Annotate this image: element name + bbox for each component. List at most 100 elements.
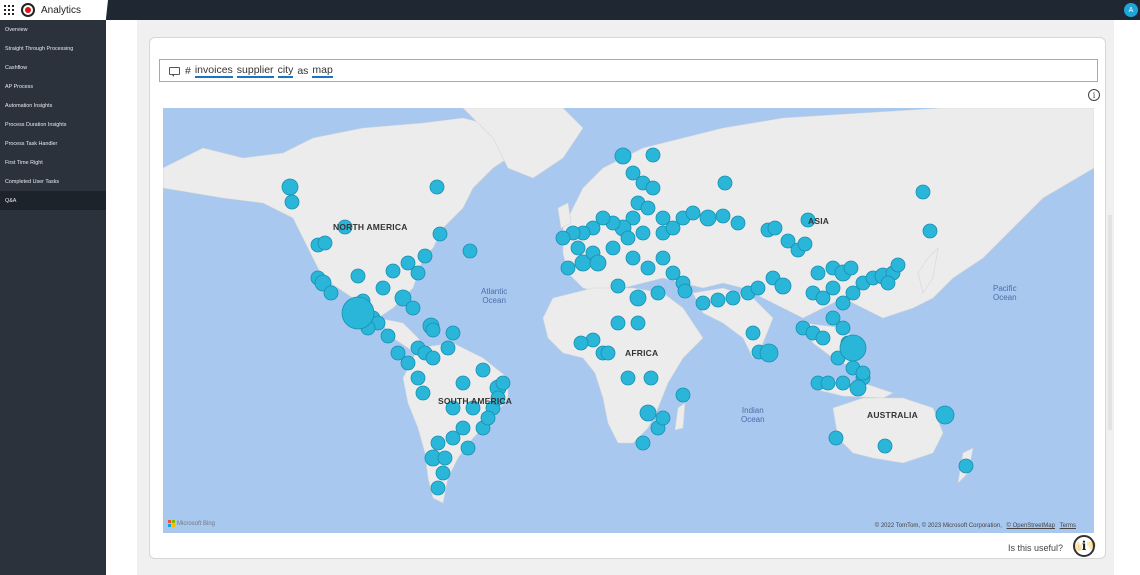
city-bubble[interactable]	[375, 280, 391, 296]
city-bubble[interactable]	[774, 277, 792, 295]
city-bubble[interactable]	[425, 350, 441, 366]
city-bubble[interactable]	[645, 147, 661, 163]
sidebar-item-straight-through-processing[interactable]: Straight Through Processing	[0, 39, 106, 58]
city-bubble[interactable]	[958, 458, 974, 474]
city-bubble[interactable]	[620, 370, 636, 386]
city-bubble[interactable]	[915, 184, 931, 200]
city-bubble[interactable]	[555, 230, 571, 246]
city-bubble[interactable]	[620, 230, 636, 246]
city-bubble[interactable]	[699, 209, 717, 227]
city-bubble[interactable]	[815, 330, 831, 346]
scrollbar[interactable]	[1108, 215, 1112, 430]
city-bubble[interactable]	[880, 275, 896, 291]
city-bubble[interactable]	[715, 208, 731, 224]
app-launcher-icon[interactable]	[4, 5, 14, 15]
city-bubble[interactable]	[417, 248, 433, 264]
city-bubble[interactable]	[460, 440, 476, 456]
city-bubble[interactable]	[605, 240, 621, 256]
sidebar-item-ap-process[interactable]: AP Process	[0, 77, 106, 96]
map-visual[interactable]: NORTH AMERICA SOUTH AMERICA AFRICA ASIA …	[163, 108, 1094, 533]
city-bubble[interactable]	[614, 147, 632, 165]
city-bubble[interactable]	[284, 194, 300, 210]
city-bubble[interactable]	[695, 295, 711, 311]
city-bubble[interactable]	[640, 260, 656, 276]
city-bubble[interactable]	[385, 263, 401, 279]
terms-link[interactable]: Terms	[1060, 523, 1076, 529]
sidebar-item-qa[interactable]: Q&A	[0, 191, 106, 210]
city-bubble[interactable]	[820, 375, 836, 391]
city-bubble[interactable]	[655, 410, 671, 426]
city-bubble[interactable]	[610, 315, 626, 331]
city-bubble[interactable]	[635, 435, 651, 451]
sidebar-item-process-task-handler[interactable]: Process Task Handler	[0, 134, 106, 153]
city-bubble[interactable]	[640, 200, 656, 216]
city-bubble[interactable]	[437, 450, 453, 466]
sidebar-item-process-duration-insights[interactable]: Process Duration Insights	[0, 115, 106, 134]
city-bubble[interactable]	[400, 355, 416, 371]
user-avatar[interactable]: A	[1124, 3, 1138, 17]
city-bubble[interactable]	[643, 370, 659, 386]
city-bubble[interactable]	[629, 289, 647, 307]
city-bubble[interactable]	[281, 178, 299, 196]
city-bubble[interactable]	[432, 226, 448, 242]
city-bubble[interactable]	[435, 465, 451, 481]
city-bubble[interactable]	[405, 300, 421, 316]
city-bubble[interactable]	[849, 379, 867, 397]
city-bubble[interactable]	[839, 334, 867, 362]
city-bubble[interactable]	[462, 243, 478, 259]
city-bubble[interactable]	[650, 285, 666, 301]
info-icon[interactable]: i	[1088, 89, 1100, 101]
city-bubble[interactable]	[440, 340, 456, 356]
city-bubble[interactable]	[445, 430, 461, 446]
city-bubble[interactable]	[922, 223, 938, 239]
city-bubble[interactable]	[610, 278, 626, 294]
city-bubble[interactable]	[717, 175, 733, 191]
city-bubble[interactable]	[675, 387, 691, 403]
city-bubble[interactable]	[350, 268, 366, 284]
city-bubble[interactable]	[635, 225, 651, 241]
city-bubble[interactable]	[475, 362, 491, 378]
help-icon[interactable]: i	[1073, 535, 1095, 557]
city-bubble[interactable]	[445, 325, 461, 341]
openstreetmap-link[interactable]: © OpenStreetMap	[1007, 523, 1055, 529]
city-bubble[interactable]	[645, 180, 661, 196]
city-bubble[interactable]	[855, 365, 871, 381]
city-bubble[interactable]	[341, 296, 375, 330]
city-bubble[interactable]	[655, 250, 671, 266]
city-bubble[interactable]	[710, 292, 726, 308]
city-bubble[interactable]	[317, 235, 333, 251]
city-bubble[interactable]	[810, 265, 826, 281]
sidebar-item-completed-user-tasks[interactable]: Completed User Tasks	[0, 172, 106, 191]
city-bubble[interactable]	[425, 322, 441, 338]
city-bubble[interactable]	[677, 283, 693, 299]
city-bubble[interactable]	[630, 315, 646, 331]
city-bubble[interactable]	[745, 325, 761, 341]
city-bubble[interactable]	[639, 404, 657, 422]
city-bubble[interactable]	[750, 280, 766, 296]
city-bubble[interactable]	[480, 410, 496, 426]
city-bubble[interactable]	[828, 430, 844, 446]
city-bubble[interactable]	[767, 220, 783, 236]
city-bubble[interactable]	[430, 480, 446, 496]
city-bubble[interactable]	[600, 345, 616, 361]
city-bubble[interactable]	[730, 215, 746, 231]
city-bubble[interactable]	[429, 179, 445, 195]
city-bubble[interactable]	[410, 370, 426, 386]
city-bubble[interactable]	[797, 236, 813, 252]
city-bubble[interactable]	[455, 375, 471, 391]
city-bubble[interactable]	[835, 320, 851, 336]
sidebar-item-overview[interactable]: Overview	[0, 20, 106, 39]
city-bubble[interactable]	[825, 280, 841, 296]
city-bubble[interactable]	[725, 290, 741, 306]
city-bubble[interactable]	[685, 205, 701, 221]
city-bubble[interactable]	[759, 343, 779, 363]
city-bubble[interactable]	[380, 328, 396, 344]
city-bubble[interactable]	[835, 375, 851, 391]
city-bubble[interactable]	[890, 257, 906, 273]
city-bubble[interactable]	[877, 438, 893, 454]
city-bubble[interactable]	[625, 250, 641, 266]
city-bubble[interactable]	[495, 375, 511, 391]
city-bubble[interactable]	[410, 265, 426, 281]
city-bubble[interactable]	[560, 260, 576, 276]
sidebar-item-automation-insights[interactable]: Automation Insights	[0, 96, 106, 115]
